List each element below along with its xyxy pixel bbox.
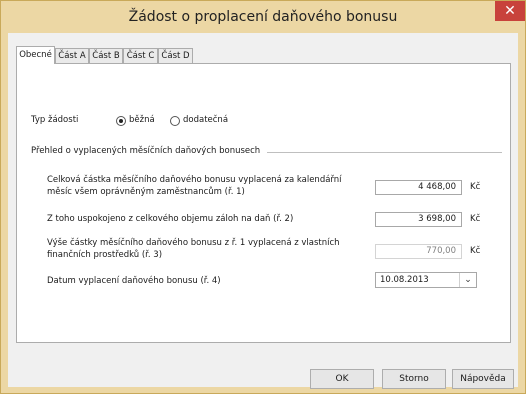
dialog-client-area: Obecné Část A Část B Část C Část D Typ ž… <box>8 33 518 389</box>
date-label: Datum vyplacení daňového bonusu (ř. 4) <box>47 276 221 286</box>
tab-cast-c[interactable]: Část C <box>123 48 158 63</box>
radio-dodatecna-label[interactable]: dodatečná <box>183 115 228 126</box>
window-title: Žádost o proplacení daňového bonusu <box>128 9 398 25</box>
overview-group-label: Přehled o vyplacených měsíčních daňových… <box>31 146 261 156</box>
tab-panel-obecne: Typ žádosti běžná dodatečná Přehled o vy… <box>16 63 511 343</box>
chevron-down-icon[interactable]: ⌄ <box>459 273 476 287</box>
ok-button[interactable]: OK <box>310 369 374 389</box>
row3-unit: Kč <box>470 246 481 256</box>
group-divider <box>267 152 502 153</box>
radio-bezna-label[interactable]: běžná <box>129 115 155 126</box>
date-combobox[interactable]: 10.08.2013 ⌄ <box>375 272 477 288</box>
tab-cast-d[interactable]: Část D <box>158 48 193 63</box>
tab-obecne[interactable]: Obecné <box>16 46 55 64</box>
row3-amount-readonly: 770,00 <box>375 244 462 259</box>
title-bar[interactable]: Žádost o proplacení daňového bonusu ✕ <box>1 1 525 33</box>
row3-label-line2: finančních prostředků (ř. 3) <box>47 250 163 260</box>
tab-cast-b[interactable]: Část B <box>89 48 123 63</box>
date-value: 10.08.2013 <box>380 275 429 285</box>
row1-label-line2: měsíc všem oprávněným zaměstnancům (ř. 1… <box>47 187 245 197</box>
help-button[interactable]: Nápověda <box>452 369 514 389</box>
row2-amount-input[interactable]: 3 698,00 <box>375 212 462 227</box>
row1-amount-input[interactable]: 4 468,00 <box>375 180 462 195</box>
row1-unit: Kč <box>470 182 481 192</box>
cancel-button[interactable]: Storno <box>382 369 446 389</box>
close-icon[interactable]: ✕ <box>495 1 525 21</box>
row2-label: Z toho uspokojeno z celkového objemu zál… <box>47 214 294 224</box>
tab-cast-a[interactable]: Část A <box>55 48 89 63</box>
row2-unit: Kč <box>470 214 481 224</box>
radio-dodatecna[interactable] <box>170 116 180 126</box>
dialog-window: Žádost o proplacení daňového bonusu ✕ Ob… <box>0 0 526 394</box>
row3-label-line1: Výše částky měsíčního daňového bonusu z … <box>47 238 340 248</box>
request-type-label: Typ žádosti <box>31 115 79 125</box>
radio-bezna[interactable] <box>116 116 126 126</box>
row1-label-line1: Celková částka měsíčního daňového bonusu… <box>47 175 342 185</box>
